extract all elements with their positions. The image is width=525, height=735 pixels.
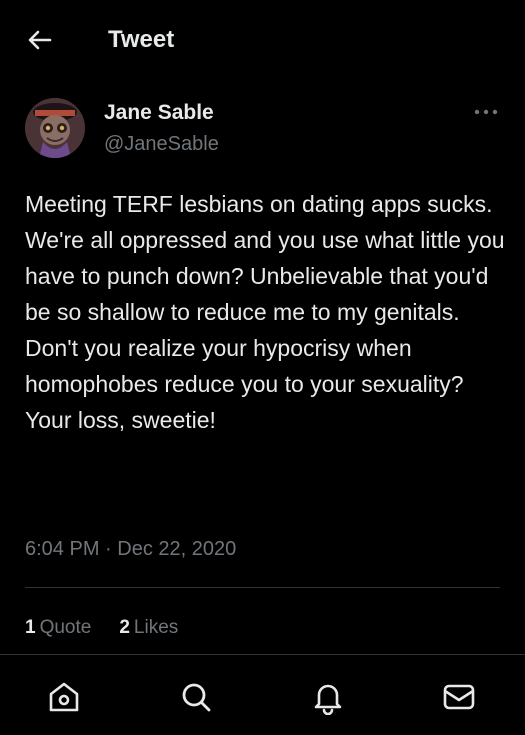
nav-notifications-button[interactable] bbox=[310, 679, 346, 716]
author-display-name[interactable]: Jane Sable bbox=[104, 100, 214, 126]
tweet-time[interactable]: 6:04 PM bbox=[25, 538, 99, 560]
avatar[interactable] bbox=[25, 98, 85, 158]
home-icon bbox=[49, 682, 79, 712]
mail-icon bbox=[443, 684, 475, 710]
likes-count: 2 bbox=[119, 617, 130, 638]
tweet-date[interactable]: Dec 22, 2020 bbox=[117, 538, 236, 560]
quotes-stat[interactable]: 1 Quote bbox=[25, 616, 91, 640]
avatar-image bbox=[25, 98, 85, 158]
more-options-button[interactable] bbox=[472, 102, 500, 122]
author-handle[interactable]: @JaneSable bbox=[104, 132, 219, 156]
header: Tweet bbox=[0, 0, 525, 78]
search-icon bbox=[182, 683, 211, 712]
quotes-count: 1 bbox=[25, 617, 36, 638]
tweet-stats: 1 Quote 2 Likes bbox=[25, 616, 178, 640]
timestamp-separator: · bbox=[105, 538, 112, 560]
nav-search-button[interactable] bbox=[178, 679, 214, 715]
likes-label: Likes bbox=[133, 617, 179, 638]
likes-stat[interactable]: 2 Likes bbox=[119, 616, 178, 640]
quotes-label: Quote bbox=[39, 617, 92, 638]
divider bbox=[25, 587, 500, 588]
tweet-text: Meeting TERF lesbians on dating apps suc… bbox=[25, 191, 505, 433]
more-horizontal-icon bbox=[474, 109, 498, 115]
tweet-timestamp[interactable]: 6:04 PM · Dec 22, 2020 bbox=[25, 537, 236, 561]
arrow-left-icon bbox=[28, 30, 52, 50]
nav-messages-button[interactable] bbox=[441, 679, 477, 715]
bottom-nav bbox=[0, 655, 525, 735]
bell-icon bbox=[314, 684, 342, 716]
page-title: Tweet bbox=[108, 26, 175, 53]
tweet-detail-page: Tweet Jane Sable @JaneSable Meeting TERF… bbox=[0, 0, 525, 735]
nav-home-button[interactable] bbox=[46, 679, 82, 715]
back-button[interactable] bbox=[24, 24, 56, 56]
